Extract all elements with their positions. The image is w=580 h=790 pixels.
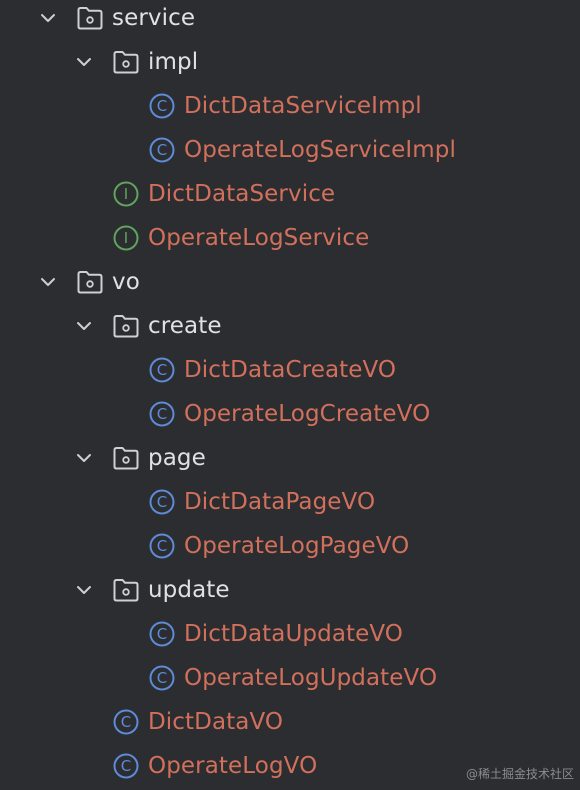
- svg-text:I: I: [124, 229, 128, 247]
- class-icon: C: [148, 92, 176, 120]
- class-icon: C: [148, 400, 176, 428]
- tree-row-label: impl: [148, 49, 199, 75]
- tree-row-label: OperateLogCreateVO: [184, 401, 431, 427]
- class-icon: C: [148, 488, 176, 516]
- svg-text:C: C: [157, 493, 167, 511]
- tree-row-dictdatacreatevo[interactable]: C DictDataCreateVO: [0, 348, 580, 392]
- svg-text:I: I: [124, 185, 128, 203]
- class-icon: C: [148, 136, 176, 164]
- class-icon: C: [148, 356, 176, 384]
- interface-icon: I: [112, 224, 140, 252]
- tree-row-page[interactable]: page: [0, 436, 580, 480]
- tree-row-label: OperateLogPageVO: [184, 533, 410, 559]
- tree-row-create[interactable]: create: [0, 304, 580, 348]
- folder-icon: [76, 268, 104, 296]
- watermark: @稀土掘金技术社区: [465, 767, 574, 781]
- tree-row-label: create: [148, 313, 222, 339]
- svg-text:C: C: [121, 757, 131, 775]
- tree-row-label: update: [148, 577, 230, 603]
- tree-row-dictdatapagevo[interactable]: C DictDataPageVO: [0, 480, 580, 524]
- tree-row-operatelogservice[interactable]: I OperateLogService: [0, 216, 580, 260]
- tree-row-label: OperateLogVO: [148, 753, 318, 779]
- tree-row-dictdataserviceimpl[interactable]: C DictDataServiceImpl: [0, 84, 580, 128]
- tree-row-dictdataupdatevo[interactable]: C DictDataUpdateVO: [0, 612, 580, 656]
- svg-text:C: C: [157, 625, 167, 643]
- chevron-down-icon[interactable]: [74, 448, 94, 468]
- class-icon: C: [148, 620, 176, 648]
- svg-text:C: C: [157, 669, 167, 687]
- svg-text:C: C: [157, 97, 167, 115]
- tree-row-label: vo: [112, 269, 140, 295]
- tree-row-operatelogserviceimpl[interactable]: C OperateLogServiceImpl: [0, 128, 580, 172]
- chevron-down-icon[interactable]: [38, 8, 58, 28]
- tree-row-label: page: [148, 445, 206, 471]
- svg-text:C: C: [157, 405, 167, 423]
- tree-row-label: service: [112, 5, 196, 31]
- class-icon: C: [112, 708, 140, 736]
- svg-text:C: C: [121, 713, 131, 731]
- tree-row-label: OperateLogServiceImpl: [184, 137, 456, 163]
- svg-text:C: C: [157, 361, 167, 379]
- folder-icon: [112, 312, 140, 340]
- chevron-down-icon[interactable]: [74, 52, 94, 72]
- tree-row-operatelogupdatevo[interactable]: C OperateLogUpdateVO: [0, 656, 580, 700]
- tree-row-operatelogcreatevo[interactable]: C OperateLogCreateVO: [0, 392, 580, 436]
- tree-row-dictdataservice[interactable]: I DictDataService: [0, 172, 580, 216]
- svg-text:C: C: [157, 141, 167, 159]
- tree-row-label: OperateLogService: [148, 225, 370, 251]
- tree-row-vo[interactable]: vo: [0, 260, 580, 304]
- tree-row-label: DictDataUpdateVO: [184, 621, 404, 647]
- folder-icon: [76, 4, 104, 32]
- tree-row-label: OperateLogUpdateVO: [184, 665, 438, 691]
- interface-icon: I: [112, 180, 140, 208]
- tree-row-dictdatavo[interactable]: C DictDataVO: [0, 700, 580, 744]
- class-icon: C: [148, 664, 176, 692]
- tree-row-label: DictDataServiceImpl: [184, 93, 422, 119]
- chevron-down-icon[interactable]: [74, 580, 94, 600]
- folder-icon: [112, 576, 140, 604]
- tree-row-update[interactable]: update: [0, 568, 580, 612]
- tree-row-operatelogpagevo[interactable]: C OperateLogPageVO: [0, 524, 580, 568]
- class-icon: C: [148, 532, 176, 560]
- folder-icon: [112, 48, 140, 76]
- tree-row-label: DictDataService: [148, 181, 336, 207]
- tree-row-label: DictDataPageVO: [184, 489, 376, 515]
- tree-row-label: DictDataCreateVO: [184, 357, 397, 383]
- chevron-down-icon[interactable]: [38, 272, 58, 292]
- chevron-down-icon[interactable]: [74, 316, 94, 336]
- folder-icon: [112, 444, 140, 472]
- class-icon: C: [112, 752, 140, 780]
- tree-row-impl[interactable]: impl: [0, 40, 580, 84]
- tree-row-label: DictDataVO: [148, 709, 284, 735]
- tree-row-service[interactable]: service: [0, 0, 580, 40]
- svg-text:C: C: [157, 537, 167, 555]
- project-tree: service impl C DictDataServiceImpl C OperateL…: [0, 0, 580, 790]
